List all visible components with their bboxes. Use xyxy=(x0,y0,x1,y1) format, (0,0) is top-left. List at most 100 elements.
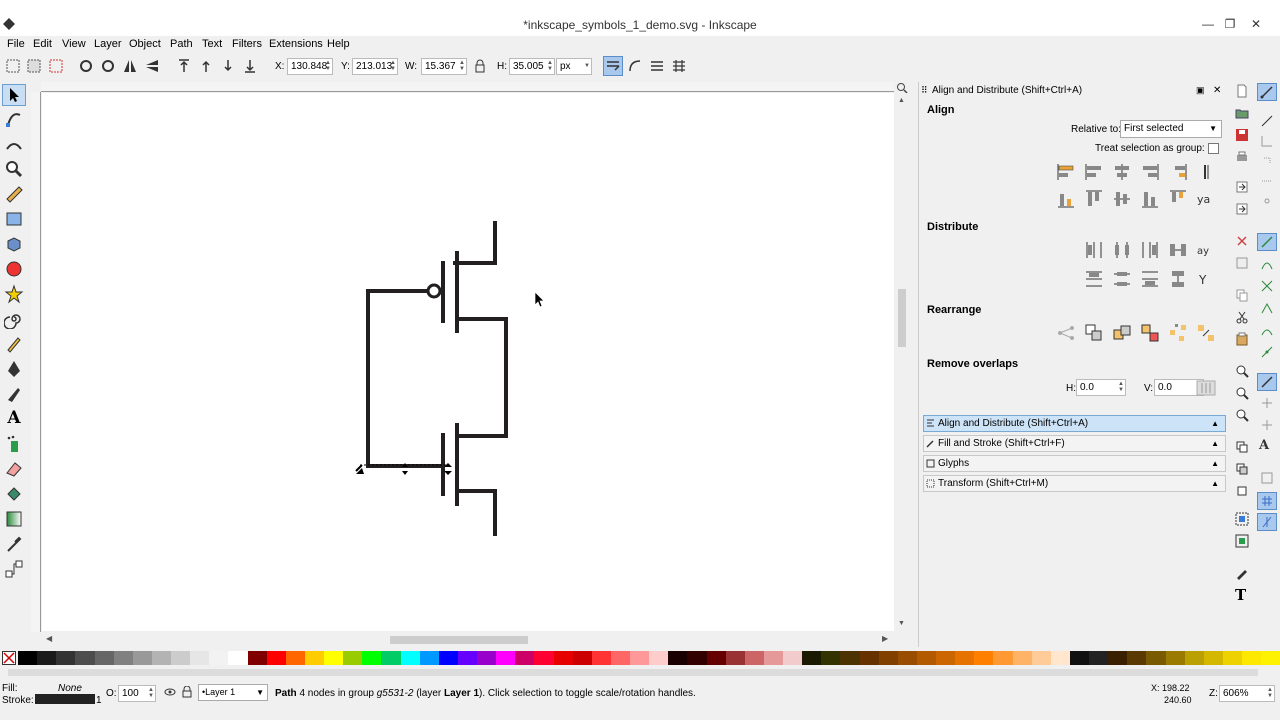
color-swatch[interactable] xyxy=(591,651,611,665)
color-swatch[interactable] xyxy=(687,651,707,665)
horizontal-scrollbar[interactable]: ◀ ▶ xyxy=(42,633,894,647)
save-icon[interactable] xyxy=(1235,128,1249,142)
color-swatch[interactable] xyxy=(496,651,516,665)
color-swatch[interactable] xyxy=(1184,651,1204,665)
color-swatch[interactable] xyxy=(381,651,401,665)
color-swatch[interactable] xyxy=(744,651,764,665)
stroke-swatch[interactable] xyxy=(35,694,95,704)
distribute-gaps-v-icon[interactable] xyxy=(1167,268,1189,290)
dock-close-icon[interactable]: ✕ xyxy=(1213,85,1221,96)
panel-fill-stroke[interactable]: Fill and Stroke (Shift+Ctrl+F) ▲ xyxy=(923,435,1226,452)
menu-path[interactable]: Path xyxy=(170,38,193,50)
color-swatch[interactable] xyxy=(1127,651,1147,665)
w-field[interactable]: 15.367 ▲ ▼ xyxy=(421,58,467,75)
distribute-top-icon[interactable] xyxy=(1083,268,1105,290)
unit-select[interactable]: px ▼ xyxy=(556,58,592,75)
menu-layer[interactable]: Layer xyxy=(94,38,122,50)
eye-icon[interactable] xyxy=(164,686,176,698)
snap-intersections-icon[interactable] xyxy=(1260,279,1274,293)
zoom-page-icon[interactable] xyxy=(1235,408,1249,422)
scroll-up-icon[interactable]: ▲ xyxy=(898,97,905,104)
color-swatch[interactable] xyxy=(859,651,879,665)
align-baseline-icon[interactable] xyxy=(1195,161,1217,183)
color-swatch[interactable] xyxy=(1165,651,1185,665)
color-swatch[interactable] xyxy=(572,651,592,665)
tweak-tool-icon[interactable] xyxy=(4,134,24,154)
color-swatch[interactable] xyxy=(668,651,688,665)
stroke-width[interactable]: 1 xyxy=(96,695,102,706)
color-swatch[interactable] xyxy=(75,651,95,665)
palette-scroll-thumb[interactable] xyxy=(8,669,1258,676)
color-swatch[interactable] xyxy=(285,651,305,665)
group-icon[interactable] xyxy=(1235,512,1249,526)
move-patterns-icon[interactable] xyxy=(671,58,687,74)
close-button[interactable]: ✕ xyxy=(1244,16,1268,32)
rotate-ccw-icon[interactable] xyxy=(78,58,94,74)
color-swatch[interactable] xyxy=(1146,651,1166,665)
align-top-to-bottom-icon[interactable] xyxy=(1167,188,1189,210)
h-field[interactable]: 35.005 ▲ ▼ xyxy=(509,58,555,75)
expand-chevron-icon[interactable]: ▲ xyxy=(1211,456,1219,471)
collapse-chevron-icon[interactable]: ▲ xyxy=(1211,416,1219,431)
menu-extensions[interactable]: Extensions xyxy=(269,38,323,50)
import-icon[interactable] xyxy=(1235,180,1249,194)
snap-bbox-icon[interactable] xyxy=(1260,114,1274,128)
zoom-selection-icon[interactable] xyxy=(1235,364,1249,378)
copy-icon[interactable] xyxy=(1235,288,1249,302)
snap-bbox-centers-icon[interactable] xyxy=(1260,194,1274,208)
color-swatch[interactable] xyxy=(515,651,535,665)
color-swatch[interactable] xyxy=(324,651,344,665)
dock-iconify-icon[interactable]: ▣ xyxy=(1196,85,1205,96)
color-swatch[interactable] xyxy=(878,651,898,665)
color-swatch[interactable] xyxy=(936,651,956,665)
snap-bbox-corners-icon[interactable] xyxy=(1260,154,1274,168)
scroll-right-icon[interactable]: ▶ xyxy=(882,634,888,643)
color-swatch[interactable] xyxy=(94,651,114,665)
panel-transform[interactable]: Transform (Shift+Ctrl+M) ▲ xyxy=(923,475,1226,492)
select-all-layers-icon[interactable] xyxy=(26,58,42,74)
vertical-scroll-thumb[interactable] xyxy=(898,289,906,347)
opacity-field[interactable]: 100 ▲ ▼ xyxy=(118,685,156,702)
selector-tool-icon[interactable] xyxy=(4,85,24,105)
maximize-button[interactable]: ❐ xyxy=(1218,16,1242,32)
snap-object-centers-icon[interactable] xyxy=(1260,396,1274,410)
color-swatch[interactable] xyxy=(1069,651,1089,665)
color-swatch[interactable] xyxy=(477,651,497,665)
3d-box-tool-icon[interactable] xyxy=(4,234,24,254)
randomize-centers-icon[interactable] xyxy=(1167,322,1189,344)
color-swatch[interactable] xyxy=(1222,651,1242,665)
fill-value[interactable]: None xyxy=(58,683,82,694)
snap-bbox-edges-icon[interactable] xyxy=(1260,134,1274,148)
color-swatch[interactable] xyxy=(266,651,286,665)
new-document-icon[interactable] xyxy=(1235,84,1249,98)
horizontal-scroll-thumb[interactable] xyxy=(390,636,528,644)
color-swatch[interactable] xyxy=(1089,651,1109,665)
zoom-tool-icon[interactable] xyxy=(4,159,24,179)
palette-scrollbar[interactable] xyxy=(0,667,1280,679)
color-swatch[interactable] xyxy=(438,651,458,665)
color-swatch[interactable] xyxy=(419,651,439,665)
color-swatch[interactable] xyxy=(400,651,420,665)
paste-icon[interactable] xyxy=(1235,332,1249,346)
gradient-tool-icon[interactable] xyxy=(4,509,24,529)
exchange-selection-order-icon[interactable] xyxy=(1083,322,1105,344)
undo-icon[interactable] xyxy=(1235,234,1249,248)
move-gradients-icon[interactable] xyxy=(649,58,665,74)
x-field[interactable]: 130.848 ▲ ▼ xyxy=(287,58,333,75)
text-font-icon[interactable]: T xyxy=(1235,586,1246,604)
distribute-center-v-icon[interactable] xyxy=(1111,268,1133,290)
treat-group-checkbox[interactable] xyxy=(1208,143,1219,154)
color-swatch[interactable] xyxy=(1242,651,1262,665)
vertical-scrollbar[interactable]: ▲ ▼ xyxy=(895,93,909,633)
redo-icon[interactable] xyxy=(1235,256,1249,270)
rectangle-tool-icon[interactable] xyxy=(4,209,24,229)
open-folder-icon[interactable] xyxy=(1235,106,1249,120)
remove-overlaps-icon[interactable] xyxy=(1195,377,1217,399)
menu-help[interactable]: Help xyxy=(327,38,350,50)
color-swatch[interactable] xyxy=(1261,651,1280,665)
overlap-h-field[interactable]: 0.0 ▲ ▼ xyxy=(1076,379,1126,396)
distribute-baselines-h-icon[interactable]: ay xyxy=(1195,239,1217,261)
rotate-cw-icon[interactable] xyxy=(100,58,116,74)
zoom-field[interactable]: 606% ▲ ▼ xyxy=(1219,685,1275,702)
color-swatch[interactable] xyxy=(802,651,822,665)
